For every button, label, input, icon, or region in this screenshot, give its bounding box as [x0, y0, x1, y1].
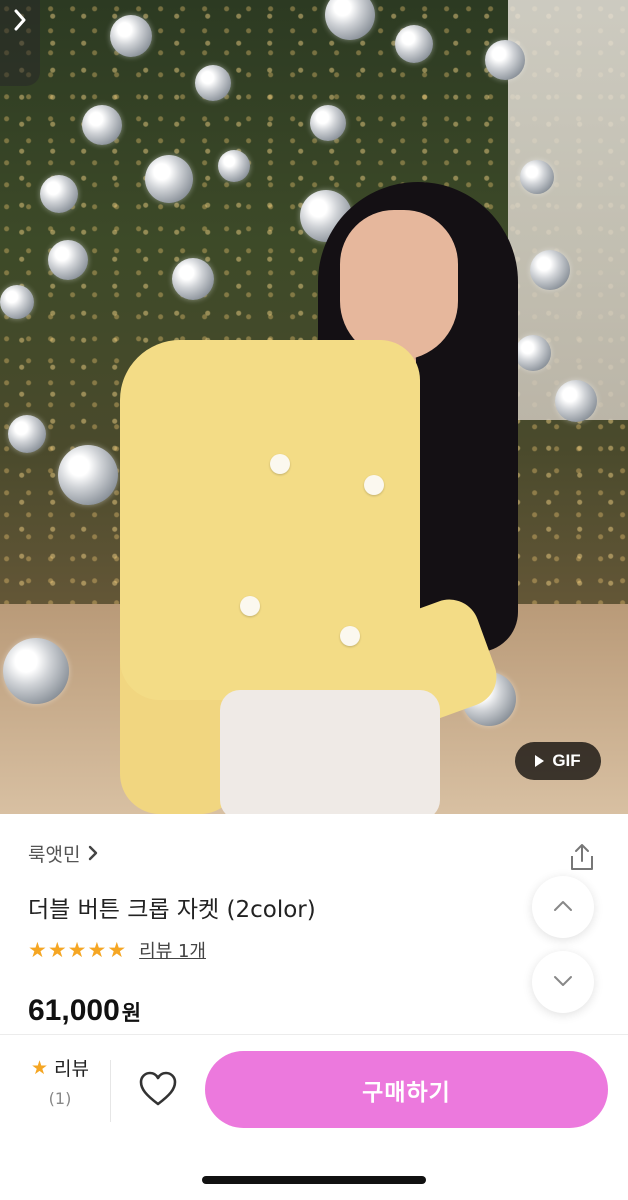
star-icon: ★: [107, 937, 127, 962]
ornament: [110, 15, 152, 57]
gif-badge[interactable]: GIF: [515, 742, 601, 780]
star-icon: ★: [87, 937, 107, 962]
ornament: [172, 258, 214, 300]
ornament: [520, 160, 554, 194]
price: 61,000 원: [28, 994, 141, 1028]
star-icon: ★: [28, 937, 47, 962]
ornament: [195, 65, 231, 101]
price-unit: 원: [121, 1001, 142, 1025]
model-pants: [220, 690, 440, 814]
jacket-button: [340, 626, 360, 646]
share-icon[interactable]: [567, 842, 597, 872]
chevron-up-icon: [552, 898, 574, 917]
star-icon: ★: [30, 1056, 49, 1079]
ornament: [325, 0, 375, 40]
star-icon: ★: [67, 937, 87, 962]
product-photo[interactable]: GIF: [0, 0, 628, 814]
product-title: 더블 버튼 크롭 자켓 (2color): [28, 897, 316, 923]
ornament: [395, 25, 433, 63]
shop-name: 룩앳민: [28, 844, 81, 866]
ornament: [40, 175, 78, 213]
ornament: [555, 380, 597, 422]
ornament: [310, 105, 346, 141]
back-icon: [13, 8, 27, 38]
review-count: (1): [48, 1089, 72, 1108]
back-button[interactable]: [0, 0, 40, 86]
gif-label: GIF: [552, 751, 581, 770]
scroll-up-button[interactable]: [532, 876, 594, 938]
review-link[interactable]: 리뷰 1개: [139, 937, 206, 963]
ornament: [515, 335, 551, 371]
jacket-button: [270, 454, 290, 474]
ornament: [145, 155, 193, 203]
ornament: [8, 415, 46, 453]
ornament: [0, 285, 34, 319]
ornament: [82, 105, 122, 145]
ornament: [48, 240, 88, 280]
scroll-down-button[interactable]: [532, 951, 594, 1013]
star-icon: ★: [47, 937, 67, 962]
buy-button[interactable]: 구매하기: [205, 1051, 608, 1128]
ornament: [530, 250, 570, 290]
home-indicator: [202, 1176, 426, 1184]
heart-icon[interactable]: [138, 1070, 178, 1108]
price-number: 61,000: [28, 994, 120, 1027]
review-label: 리뷰: [54, 1058, 89, 1080]
jacket-button: [364, 475, 384, 495]
play-icon: [535, 755, 545, 767]
jacket-button: [240, 596, 260, 616]
chevron-right-icon: [88, 842, 98, 866]
ornament: [218, 150, 250, 182]
shop-link[interactable]: 룩앳민: [28, 840, 98, 867]
ornament: [3, 638, 69, 704]
ornament: [58, 445, 118, 505]
review-summary[interactable]: ★ 리뷰 (1): [20, 1054, 100, 1109]
ornament: [485, 40, 525, 80]
chevron-down-icon: [552, 973, 574, 992]
model-face: [340, 210, 458, 360]
rating-row: ★ ★ ★ ★ ★ 리뷰 1개: [28, 937, 206, 963]
divider: [110, 1060, 111, 1122]
